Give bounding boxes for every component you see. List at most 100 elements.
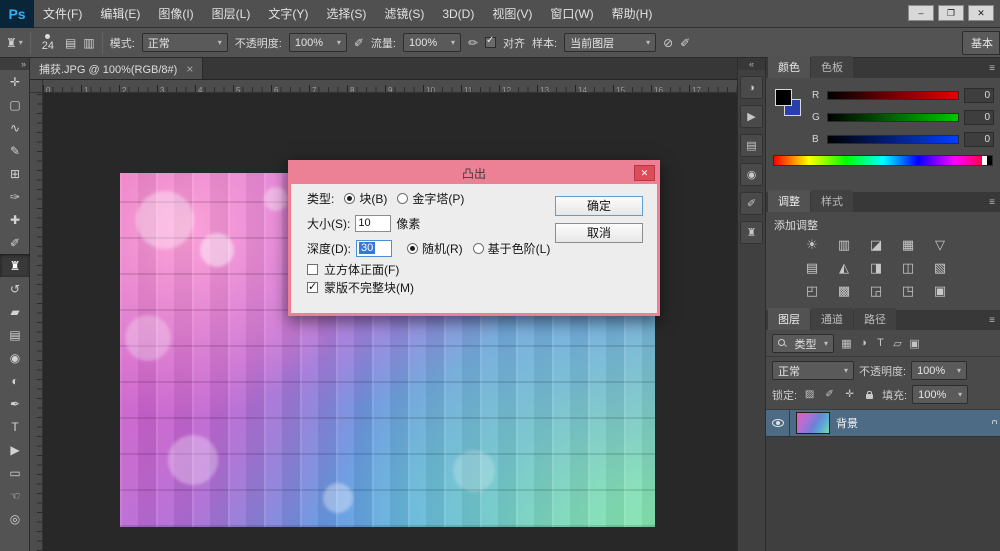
eyedropper-tool[interactable]: ✑ — [0, 185, 30, 208]
hand-tool[interactable]: ☜ — [0, 484, 30, 507]
ignore-adjustment-layers-icon[interactable]: ⊘ — [663, 36, 673, 50]
channel-value[interactable]: 0 — [964, 132, 994, 147]
shape-tool[interactable]: ▭ — [0, 461, 30, 484]
vibrance-icon[interactable]: ▽ — [928, 235, 952, 255]
channel-mixer-icon[interactable]: ▧ — [928, 258, 952, 278]
black-white-icon[interactable]: ◨ — [864, 258, 888, 278]
channel-slider[interactable] — [827, 91, 959, 100]
layer-row-background[interactable]: 背景 — [766, 410, 1000, 437]
airbrush-icon[interactable]: ✏ — [468, 36, 478, 50]
history-brush-tool[interactable]: ↺ — [0, 277, 30, 300]
dodge-tool[interactable]: ◐ — [0, 369, 30, 392]
tool-preset-picker[interactable]: ♜ ▾ — [6, 36, 23, 50]
marquee-tool[interactable]: ▢ — [0, 93, 30, 116]
panel-strip-collapse-button[interactable]: « — [738, 58, 765, 70]
panel-menu-icon[interactable]: ≡ — [989, 63, 995, 74]
brush-tool[interactable]: ✐ — [0, 231, 30, 254]
tab-adjustments[interactable]: 调整 — [768, 190, 810, 212]
mask-incomplete-checkbox[interactable] — [307, 280, 318, 293]
pressure-opacity-icon[interactable]: ✐ — [354, 36, 364, 50]
channel-slider[interactable] — [827, 135, 959, 144]
type-block-radio[interactable] — [344, 193, 356, 204]
menu-edit[interactable]: 编辑(E) — [91, 0, 149, 27]
filter-shape-layers-icon[interactable]: ▱ — [890, 337, 905, 350]
panel-menu-icon[interactable]: ≡ — [989, 315, 995, 326]
menu-select[interactable]: 选择(S) — [317, 0, 375, 27]
menu-window[interactable]: 窗口(W) — [541, 0, 602, 27]
quick-selection-tool[interactable]: ✎ — [0, 139, 30, 162]
sample-select[interactable]: 当前图层 ▾ — [564, 33, 657, 52]
type-tool[interactable]: T — [0, 415, 30, 438]
type-pyramid-radio[interactable] — [397, 193, 409, 204]
layer-fill-select[interactable]: 100% ▾ — [912, 385, 969, 404]
type-pyramid-label[interactable]: 金字塔(P) — [412, 190, 464, 207]
menu-image[interactable]: 图像(I) — [149, 0, 202, 27]
menu-layer[interactable]: 图层(L) — [203, 0, 260, 27]
tab-paths[interactable]: 路径 — [854, 308, 896, 330]
adjustments-panel-icon[interactable]: ◑ — [740, 76, 763, 99]
menu-file[interactable]: 文件(F) — [34, 0, 91, 27]
lock-position-icon[interactable]: ✛ — [842, 389, 857, 400]
opacity-select[interactable]: 100% ▾ — [288, 33, 347, 52]
tab-channels[interactable]: 通道 — [811, 308, 853, 330]
mask-incomplete-label[interactable]: 蒙版不完整块(M) — [324, 279, 414, 296]
brush-preset-picker[interactable]: 24 — [38, 33, 58, 53]
workspace-switcher-button[interactable]: 基本 — [962, 31, 1000, 55]
channel-value[interactable]: 0 — [964, 88, 994, 103]
lasso-tool[interactable]: ∿ — [0, 116, 30, 139]
layer-blend-mode-select[interactable]: 正常 ▾ — [772, 361, 854, 380]
filter-smart-objects-icon[interactable]: ▣ — [907, 337, 922, 350]
dialog-close-button[interactable]: ✕ — [634, 165, 655, 181]
layer-opacity-select[interactable]: 100% ▾ — [911, 361, 968, 380]
threshold-icon[interactable]: ◲ — [864, 281, 888, 301]
tab-color[interactable]: 颜色 — [768, 56, 810, 78]
tab-close-button[interactable]: × — [186, 62, 193, 76]
layer-filter-type-select[interactable]: 类型 ▾ — [772, 334, 834, 353]
depth-input[interactable]: 30 — [356, 240, 392, 257]
gradient-tool[interactable]: ▤ — [0, 323, 30, 346]
brush-panel-icon[interactable]: ✐ — [740, 192, 763, 215]
dialog-title-bar[interactable]: 凸出 ✕ — [291, 163, 657, 184]
info-panel-icon[interactable]: ◉ — [740, 163, 763, 186]
blend-mode-select[interactable]: 正常 ▾ — [141, 33, 228, 52]
invert-icon[interactable]: ◰ — [800, 281, 824, 301]
healing-brush-tool[interactable]: ✚ — [0, 208, 30, 231]
visibility-toggle[interactable] — [766, 410, 790, 436]
ok-button[interactable]: 确定 — [555, 196, 643, 216]
channel-slider[interactable] — [827, 113, 959, 122]
levels-icon[interactable]: ▥ — [832, 235, 856, 255]
path-selection-tool[interactable]: ▶ — [0, 438, 30, 461]
photo-filter-icon[interactable]: ◫ — [896, 258, 920, 278]
blur-tool[interactable]: ◉ — [0, 346, 30, 369]
layer-thumbnail[interactable] — [796, 412, 830, 434]
lock-transparency-icon[interactable]: ▨ — [802, 389, 817, 400]
clone-stamp-tool[interactable]: ♜ — [0, 254, 30, 277]
toolbar-collapse-button[interactable]: » — [0, 58, 29, 70]
tab-layers[interactable]: 图层 — [768, 308, 810, 330]
gradient-map-icon[interactable]: ◳ — [896, 281, 920, 301]
exposure-icon[interactable]: ▦ — [896, 235, 920, 255]
size-input[interactable]: 10 — [355, 215, 392, 232]
crop-tool[interactable]: ⊞ — [0, 162, 30, 185]
filter-adjustment-layers-icon[interactable]: ◑ — [856, 337, 871, 350]
pressure-size-icon[interactable]: ✐ — [680, 36, 690, 50]
pen-tool[interactable]: ✒ — [0, 392, 30, 415]
filter-pixel-layers-icon[interactable]: ▦ — [839, 337, 854, 350]
document-tab[interactable]: 捕获.JPG @ 100%(RGB/8#) × — [30, 58, 204, 79]
menu-3d[interactable]: 3D(D) — [433, 0, 483, 27]
eraser-tool[interactable]: ▰ — [0, 300, 30, 323]
filter-type-layers-icon[interactable]: T — [873, 337, 888, 350]
depth-random-radio[interactable] — [407, 243, 418, 254]
restore-button[interactable]: ❐ — [938, 5, 964, 21]
layer-name[interactable]: 背景 — [836, 415, 858, 431]
brightness-contrast-icon[interactable]: ☀ — [800, 235, 824, 255]
tab-swatches[interactable]: 色板 — [811, 56, 853, 78]
aligned-checkbox[interactable] — [485, 35, 497, 48]
close-button[interactable]: ✕ — [968, 5, 994, 21]
depth-levels-label[interactable]: 基于色阶(L) — [488, 240, 551, 257]
depth-levels-radio[interactable] — [472, 243, 484, 254]
color-spectrum-ramp[interactable] — [773, 155, 993, 166]
menu-filter[interactable]: 滤镜(S) — [375, 0, 433, 27]
panel-menu-icon[interactable]: ≡ — [989, 197, 995, 208]
front-faces-label[interactable]: 立方体正面(F) — [324, 261, 399, 278]
